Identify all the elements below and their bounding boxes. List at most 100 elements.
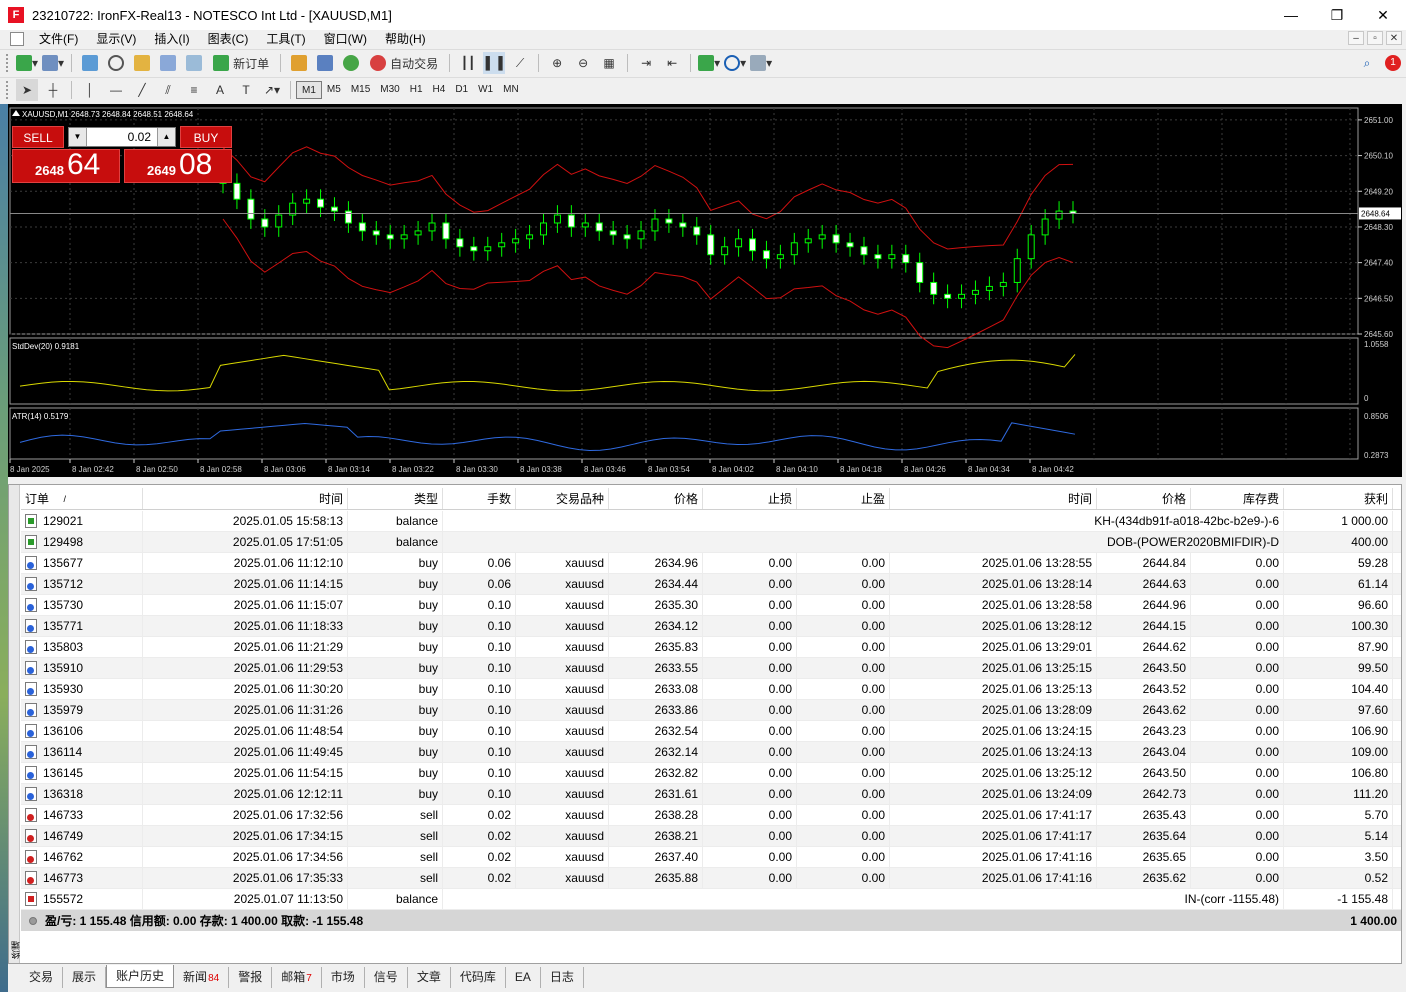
text-icon[interactable]: A — [209, 79, 231, 101]
chart-window[interactable]: 2651.00 2650.10 2649.20 2648.30 2647.40 2646.… — [8, 104, 1402, 477]
table-row[interactable]: 135677 2025.01.06 11:12:10 buy 0.06 xauusd 26… — [21, 553, 1401, 574]
table-row[interactable]: 135930 2025.01.06 11:30:20 buy 0.10 xauusd 26… — [21, 679, 1401, 700]
tab-3[interactable]: 新闻84 — [174, 967, 230, 988]
fibonacci-icon[interactable]: ≡ — [183, 79, 205, 101]
column-header-6[interactable]: 止损 — [703, 488, 797, 509]
timeframe-d1[interactable]: D1 — [450, 81, 473, 99]
tab-5[interactable]: 邮箱7 — [272, 967, 322, 988]
table-row[interactable]: 155572 2025.01.07 11:13:50 balance IN-(corr… — [21, 889, 1401, 910]
timeframe-m30[interactable]: M30 — [375, 81, 404, 99]
lot-decrease-icon[interactable]: ▼ — [69, 128, 87, 146]
table-row[interactable]: 129021 2025.01.05 15:58:13 balance KH-(434d… — [21, 511, 1401, 532]
mdi-restore-button[interactable]: ▫ — [1367, 31, 1383, 45]
tab-8[interactable]: 文章 — [408, 967, 451, 988]
table-row[interactable]: 135712 2025.01.06 11:14:15 buy 0.06 xauusd 26… — [21, 574, 1401, 595]
timeframe-m15[interactable]: M15 — [346, 81, 375, 99]
column-header-11[interactable]: 获利 — [1284, 488, 1393, 509]
tab-9[interactable]: 代码库 — [451, 967, 506, 988]
sell-price[interactable]: 2648 64 — [12, 148, 120, 183]
close-button[interactable]: ✕ — [1360, 0, 1406, 30]
column-header-9[interactable]: 价格 — [1097, 488, 1191, 509]
column-header-7[interactable]: 止盈 — [797, 488, 890, 509]
table-row[interactable]: 146749 2025.01.06 17:34:15 sell 0.02 xauusd 2… — [21, 826, 1401, 847]
table-row[interactable]: 136106 2025.01.06 11:48:54 buy 0.10 xauusd 26… — [21, 721, 1401, 742]
bar-chart-icon[interactable]: ┃┃ — [457, 52, 479, 74]
zoom-in-icon[interactable]: ⊕ — [546, 52, 568, 74]
column-header-5[interactable]: 价格 — [609, 488, 703, 509]
column-header-10[interactable]: 库存费 — [1191, 488, 1284, 509]
tile-windows-icon[interactable]: ▦ — [598, 52, 620, 74]
templates-icon[interactable]: ▾ — [750, 52, 772, 74]
timeframe-w1[interactable]: W1 — [473, 81, 498, 99]
new-chart-icon[interactable]: ▾ — [16, 52, 38, 74]
table-row[interactable]: 129498 2025.01.05 17:51:05 balance DOB-(POW… — [21, 532, 1401, 553]
search-icon[interactable]: ⌕ — [1356, 52, 1378, 74]
timeframe-m5[interactable]: M5 — [322, 81, 346, 99]
column-header-4[interactable]: 交易品种 — [516, 488, 609, 509]
tab-7[interactable]: 信号 — [365, 967, 408, 988]
column-header-8[interactable]: 时间 — [890, 488, 1097, 509]
terminal-icon[interactable] — [157, 52, 179, 74]
mdi-close-button[interactable]: ✕ — [1386, 31, 1402, 45]
tab-4[interactable]: 警报 — [229, 967, 273, 988]
menu-item-1[interactable]: 显示(V) — [87, 30, 145, 48]
timeframe-m1[interactable]: M1 — [296, 81, 322, 99]
chart-shift-icon[interactable]: ⇤ — [661, 52, 683, 74]
buy-price[interactable]: 2649 08 — [124, 148, 232, 183]
menu-item-0[interactable]: 文件(F) — [30, 30, 87, 48]
table-row[interactable]: 146762 2025.01.06 17:34:56 sell 0.02 xauusd 2… — [21, 847, 1401, 868]
new-order-button[interactable]: 新订单 — [209, 52, 273, 74]
minimize-button[interactable]: — — [1268, 0, 1314, 30]
notification-icon[interactable]: 1 — [1382, 52, 1404, 74]
maximize-button[interactable]: ❐ — [1314, 0, 1360, 30]
document-icon[interactable] — [10, 32, 24, 46]
table-row[interactable]: 146733 2025.01.06 17:32:56 sell 0.02 xauusd 2… — [21, 805, 1401, 826]
table-row[interactable]: 135979 2025.01.06 11:31:26 buy 0.10 xauusd 26… — [21, 700, 1401, 721]
column-header-0[interactable]: 订单 / — [21, 488, 143, 509]
tab-0[interactable]: 交易 — [20, 967, 64, 988]
menu-item-3[interactable]: 图表(C) — [199, 30, 258, 48]
periods-icon[interactable]: ▾ — [724, 52, 746, 74]
auto-trading-button[interactable]: 自动交易 — [366, 52, 442, 74]
cursor-icon[interactable]: ➤ — [16, 79, 38, 101]
terminal-side-handle[interactable]: 终端 — [9, 485, 21, 963]
menu-item-6[interactable]: 帮助(H) — [376, 30, 435, 48]
column-header-3[interactable]: 手数 — [443, 488, 516, 509]
table-row[interactable]: 136318 2025.01.06 12:12:11 buy 0.10 xauusd 26… — [21, 784, 1401, 805]
column-header-1[interactable]: 时间 — [143, 488, 348, 509]
zoom-out-icon[interactable]: ⊖ — [572, 52, 594, 74]
metaeditor-icon[interactable] — [288, 52, 310, 74]
market-watch-icon[interactable] — [79, 52, 101, 74]
text-label-icon[interactable]: T — [235, 79, 257, 101]
lot-increase-icon[interactable]: ▲ — [157, 128, 175, 146]
table-row[interactable]: 135771 2025.01.06 11:18:33 buy 0.10 xauusd 26… — [21, 616, 1401, 637]
lot-size-input[interactable]: ▼ 0.02 ▲ — [68, 127, 176, 147]
signals-icon[interactable] — [340, 52, 362, 74]
timeframe-h4[interactable]: H4 — [428, 81, 451, 99]
buy-button[interactable]: BUY — [180, 126, 232, 148]
menu-item-5[interactable]: 窗口(W) — [315, 30, 376, 48]
menu-item-4[interactable]: 工具(T) — [257, 30, 314, 48]
table-row[interactable]: 136145 2025.01.06 11:54:15 buy 0.10 xauusd 26… — [21, 763, 1401, 784]
auto-scroll-icon[interactable]: ⇥ — [635, 52, 657, 74]
vps-icon[interactable] — [314, 52, 336, 74]
timeframe-h1[interactable]: H1 — [405, 81, 428, 99]
navigator-icon[interactable] — [131, 52, 153, 74]
trendline-icon[interactable]: ╱ — [131, 79, 153, 101]
table-row[interactable]: 135730 2025.01.06 11:15:07 buy 0.10 xauusd 26… — [21, 595, 1401, 616]
tab-2[interactable]: 账户历史 — [106, 965, 175, 988]
candlestick-icon[interactable]: ▌▐ — [483, 52, 506, 74]
tab-11[interactable]: 日志 — [541, 967, 584, 988]
menu-item-2[interactable]: 插入(I) — [145, 30, 198, 48]
horizontal-line-icon[interactable]: — — [105, 79, 127, 101]
arrows-icon[interactable]: ↗▾ — [261, 79, 283, 101]
column-header-2[interactable]: 类型 — [348, 488, 443, 509]
sell-button[interactable]: SELL — [12, 126, 64, 148]
table-row[interactable]: 136114 2025.01.06 11:49:45 buy 0.10 xauusd 26… — [21, 742, 1401, 763]
table-row[interactable]: 135803 2025.01.06 11:21:29 buy 0.10 xauusd 26… — [21, 637, 1401, 658]
tab-10[interactable]: EA — [506, 967, 541, 988]
vertical-line-icon[interactable]: │ — [79, 79, 101, 101]
mdi-minimize-button[interactable]: – — [1348, 31, 1364, 45]
timeframe-mn[interactable]: MN — [498, 81, 524, 99]
table-row[interactable]: 135910 2025.01.06 11:29:53 buy 0.10 xauusd 26… — [21, 658, 1401, 679]
